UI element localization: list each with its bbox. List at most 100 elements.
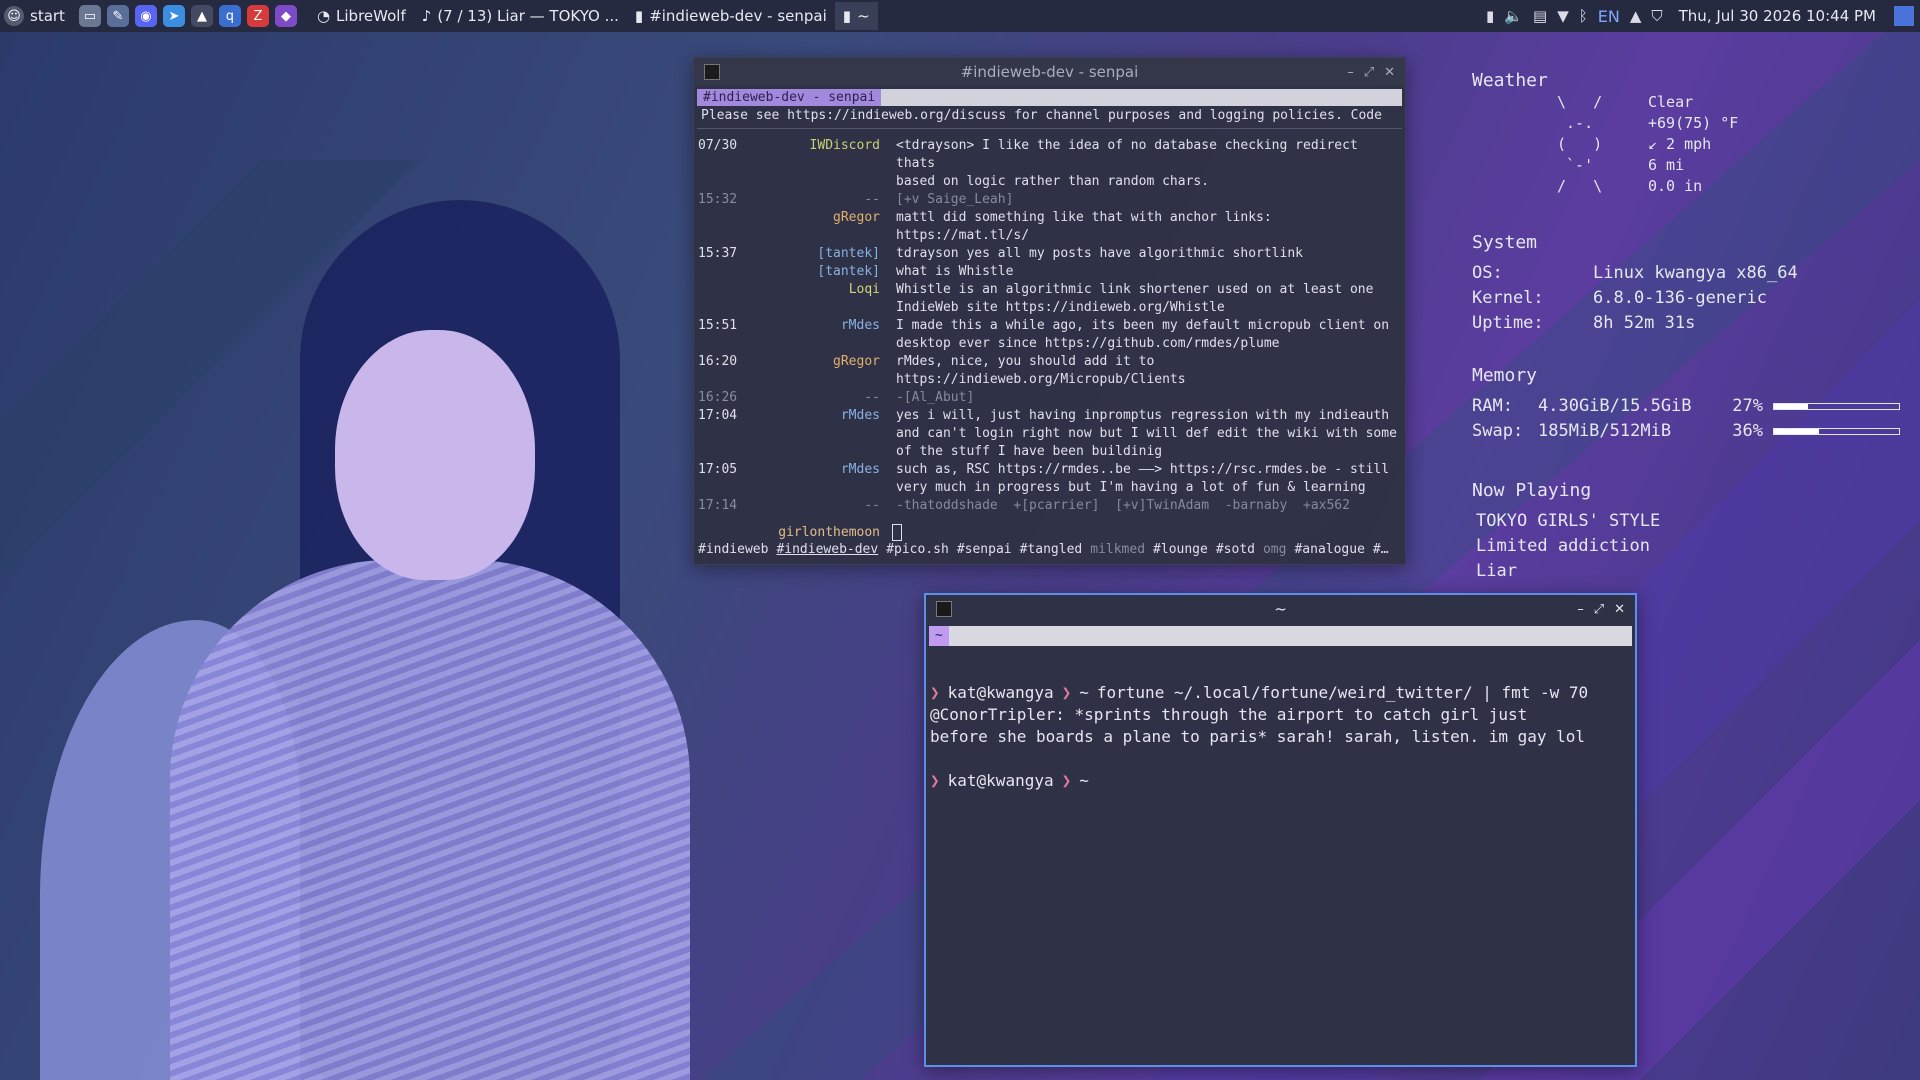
output-line: before she boards a plane to paris* sara… [930, 727, 1586, 746]
maximize-button[interactable]: ⤢ [1364, 65, 1374, 80]
arch-icon[interactable]: ▲ [190, 5, 213, 27]
message-row: 15:32 -- [+v Saige_Leah] [698, 191, 1401, 209]
system-os-row: OS: Linux kwangya x86_64 [1472, 261, 1798, 286]
taskbar-task-label: #indieweb-dev - senpai [649, 7, 827, 25]
terminal-tab[interactable]: ~ [929, 626, 949, 646]
system-tray: ▮ 🔈 ▤ ▼ ᛒ EN ▲ ⛉ Thu, Jul 30 2026 10:44 … [1486, 6, 1920, 26]
message-nick[interactable]: IWDiscord [756, 137, 896, 191]
message-nick[interactable]: rMdes [756, 317, 896, 353]
uptime-value: 8h 52m 31s [1593, 313, 1696, 333]
clock[interactable]: Thu, Jul 30 2026 10:44 PM [1679, 7, 1876, 25]
tor-icon[interactable]: ◆ [274, 5, 297, 27]
uptime-label: Uptime: [1472, 313, 1544, 333]
weather-values: Clear +69(75) °F ↙ 2 mph 6 mi 0.0 in [1648, 92, 1738, 197]
message-nick[interactable]: -- [756, 389, 896, 407]
terminal-window[interactable]: ~ – ⤢ ✕ ~ ❯ kat@kwangya ❯ ~ fortune ~/.l… [924, 593, 1637, 1067]
ram-percent: 27% [1732, 396, 1763, 416]
prompt-user: kat@kwangya [947, 771, 1054, 790]
filezilla-icon[interactable]: Z [246, 5, 269, 27]
message-row: 16:20 gRegor rMdes, nice, you should add i… [698, 353, 1401, 389]
irc-tab[interactable]: #indieweb-dev - senpai [697, 89, 882, 106]
weather-section: Weather \ / .-. ( ) `-' / \ Clear +69(75… [1472, 70, 1902, 210]
message-time: 17:05 [698, 462, 738, 477]
message-row: [tantek] what is Whistle [698, 263, 1401, 281]
message-text: -thatoddshade +[pcarrier] [+v]TwinAdam -… [896, 498, 1350, 513]
minimize-button[interactable]: – [1577, 602, 1584, 617]
irc-input-line[interactable]: girlonthemoon [698, 524, 902, 541]
bluetooth-icon[interactable]: ᛒ [1579, 7, 1588, 25]
now-playing-lines: TOKYO GIRLS' STYLE Limited addiction Lia… [1472, 509, 1660, 584]
text-editor-icon[interactable]: ✎ [106, 5, 129, 27]
channel-item[interactable]: #pico.sh [886, 542, 949, 557]
channel-item[interactable]: #indieweb-dev [776, 542, 878, 557]
shield-icon[interactable]: ⛉ [1651, 7, 1662, 25]
channel-item[interactable]: #analogue [1294, 542, 1364, 557]
prompt-line-current[interactable]: ❯ kat@kwangya ❯ ~ [930, 770, 1631, 792]
swap-bar [1773, 428, 1900, 435]
channel-item[interactable]: omg [1263, 542, 1286, 557]
message-nick[interactable]: [tantek] [756, 245, 896, 263]
show-desktop-button[interactable] [1894, 6, 1914, 26]
ram-value: 4.30GiB/15.5GiB [1538, 396, 1692, 416]
message-time [698, 209, 756, 245]
channel-item[interactable]: #sotd [1216, 542, 1255, 557]
channel-item[interactable]: milkmed [1090, 542, 1145, 557]
arch-update-icon[interactable]: ▲ [1630, 7, 1642, 25]
system-kernel-row: Kernel: 6.8.0-136-generic [1472, 286, 1798, 311]
clipboard-icon[interactable]: ▤ [1533, 7, 1547, 25]
qbittorrent-icon[interactable]: q [218, 5, 241, 27]
message-time: 15:51 [698, 318, 738, 333]
taskbar-task[interactable]: ◔ LibreWolf [309, 2, 414, 30]
now-playing-section: Now Playing TOKYO GIRLS' STYLE Limited a… [1472, 480, 1660, 584]
channel-item[interactable]: #senpai [957, 542, 1012, 557]
message-nick[interactable]: -- [756, 497, 896, 515]
terminal-titlebar[interactable]: ~ – ⤢ ✕ [926, 595, 1635, 623]
channel-topic: Please see https://indieweb.org/discuss … [697, 106, 1402, 129]
terminal-output[interactable]: ❯ kat@kwangya ❯ ~ fortune ~/.local/fortu… [926, 646, 1635, 806]
telegram-icon[interactable]: ➤ [162, 5, 185, 27]
ram-bar-fill [1774, 404, 1808, 409]
weather-precipitation: 0.0 in [1648, 177, 1703, 195]
files-icon[interactable]: ▭ [78, 5, 101, 27]
kernel-value: 6.8.0-136-generic [1593, 288, 1767, 308]
channel-item[interactable]: #indieweb [698, 542, 768, 557]
message-nick[interactable]: Loqi [756, 281, 896, 317]
volume-icon[interactable]: 🔈 [1504, 7, 1523, 25]
message-nick[interactable]: [tantek] [756, 263, 896, 281]
channel-item[interactable]: #lounge [1153, 542, 1208, 557]
irc-titlebar[interactable]: #indieweb-dev - senpai – ⤢ ✕ [694, 58, 1405, 86]
message-row: 17:05 rMdes such as, RSC https://rmdes..be… [698, 461, 1401, 497]
start-button[interactable]: ☺ start [0, 0, 75, 32]
channel-item[interactable]: #… [1373, 542, 1389, 557]
discord-icon[interactable]: ◉ [134, 5, 157, 27]
battery-icon[interactable]: ▮ [1486, 7, 1494, 25]
message-text: Whistle is an algorithmic link shortener… [896, 282, 1374, 315]
swap-row: Swap: 185MiB/512MiB 36% [1472, 419, 1900, 444]
irc-window[interactable]: #indieweb-dev - senpai – ⤢ ✕ #indieweb-d… [693, 57, 1406, 565]
weather-title: Weather [1472, 70, 1548, 91]
message-time [698, 281, 756, 317]
maximize-button[interactable]: ⤢ [1594, 602, 1604, 617]
keyboard-layout[interactable]: EN [1598, 7, 1620, 26]
close-button[interactable]: ✕ [1614, 602, 1625, 617]
wifi-icon[interactable]: ▼ [1557, 7, 1569, 25]
system-uptime-row: Uptime: 8h 52m 31s [1472, 311, 1798, 336]
message-nick[interactable]: gRegor [756, 209, 896, 245]
prompt-line-command: ❯ kat@kwangya ❯ ~ fortune ~/.local/fortu… [930, 682, 1631, 704]
taskbar-task[interactable]: ▮ ~ [834, 2, 878, 30]
minimize-button[interactable]: – [1347, 65, 1354, 80]
command-text: fortune ~/.local/fortune/weird_twitter/ … [1096, 683, 1589, 702]
close-button[interactable]: ✕ [1384, 65, 1395, 80]
channel-item[interactable]: #tangled [1020, 542, 1083, 557]
message-nick[interactable]: -- [756, 191, 896, 209]
taskbar-task[interactable]: ♪ (7 / 13) Liar — TOKYO ... [414, 2, 627, 30]
message-nick[interactable]: gRegor [756, 353, 896, 389]
message-nick[interactable]: rMdes [756, 461, 896, 497]
conky-widget: Weather \ / .-. ( ) `-' / \ Clear +69(75… [1472, 70, 1902, 581]
message-row: gRegor mattl did something like that with… [698, 209, 1401, 245]
taskbar-task[interactable]: ▮ #indieweb-dev - senpai [627, 2, 835, 30]
message-nick[interactable]: rMdes [756, 407, 896, 461]
swap-value: 185MiB/512MiB [1538, 421, 1672, 441]
